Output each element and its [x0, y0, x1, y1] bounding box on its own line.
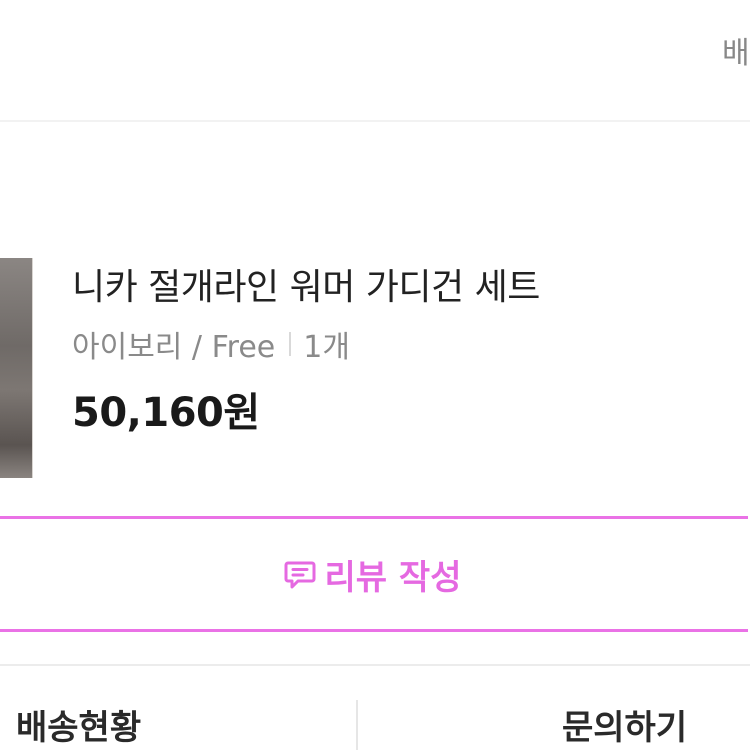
delivery-status-button[interactable]: 배송현황 [16, 700, 141, 749]
divider [0, 664, 750, 666]
product-option-line: 아이보리 / Free 1개 [72, 322, 350, 366]
order-item-page: 배 니카 절개라인 워머 가디건 세트 아이보리 / Free 1개 50,16… [0, 0, 750, 750]
product-price: 50,160원 [72, 390, 260, 436]
option-separator [289, 332, 292, 356]
top-right-link[interactable]: 배 [722, 28, 750, 72]
product-option: 아이보리 / Free [72, 330, 276, 365]
divider [0, 120, 750, 122]
review-button-label: 리뷰 작성 [324, 557, 462, 598]
inquiry-button[interactable]: 문의하기 [562, 700, 687, 749]
product-name[interactable]: 니카 절개라인 워머 가디건 세트 [72, 258, 540, 310]
write-review-button[interactable]: 리뷰 작성 [0, 516, 748, 632]
top-bar: 배 [0, 0, 750, 120]
chat-bubble-icon [283, 557, 317, 591]
review-button-content: 리뷰 작성 [283, 550, 462, 599]
product-thumbnail[interactable] [0, 258, 33, 478]
product-quantity: 1개 [303, 330, 350, 365]
vertical-divider [356, 700, 358, 750]
